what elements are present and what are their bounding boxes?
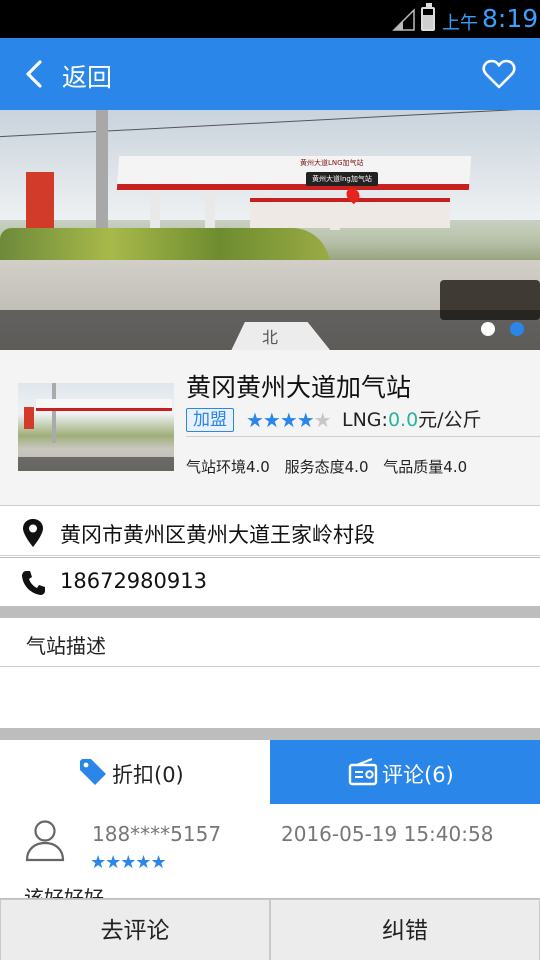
thumb-pole <box>52 383 56 443</box>
price-unit: 元/公斤 <box>418 409 482 431</box>
tag-icon <box>80 759 106 785</box>
review-user: 188****5157 <box>92 822 222 846</box>
back-button[interactable]: 返回 <box>62 58 112 94</box>
carousel-dot-2[interactable] <box>510 322 524 336</box>
tab-discount-label: 折扣(0) <box>112 763 184 787</box>
battery-icon <box>421 3 435 31</box>
photo-canopy <box>116 156 472 190</box>
photo-pillar <box>150 190 160 230</box>
tab-review-label: 评论(6) <box>382 763 454 787</box>
section-separator <box>0 606 540 618</box>
photo-pillar <box>205 190 215 230</box>
status-clock: 8:19 <box>482 4 539 33</box>
status-ampm: 上午 <box>442 13 478 34</box>
photo-sign <box>26 172 54 232</box>
report-error-button[interactable]: 纠错 <box>270 899 540 960</box>
review-content: 该好好好 <box>24 886 104 898</box>
review-item: 188****5157 2016-05-19 15:40:58 ★★★★★ 该好… <box>0 804 540 898</box>
photo-carousel[interactable]: 黄州大道LNG加气站 黄州大道lng加气站 北 <box>0 110 540 350</box>
thumb-sign <box>24 407 34 429</box>
star-empty-icon: ★ <box>313 408 332 432</box>
description-section: 气站描述 <box>0 618 540 728</box>
tab-review[interactable]: 评论(6) <box>270 740 540 804</box>
address-text: 黄冈市黄州区黄州大道王家岭村段 <box>60 523 375 547</box>
photo-canopy-text: 黄州大道LNG加气站 <box>300 159 364 167</box>
chevron-left-icon[interactable] <box>20 58 50 90</box>
status-bar: 上午 8:19 <box>0 0 540 38</box>
location-pin-icon <box>23 519 43 547</box>
review-time: 2016-05-19 15:40:58 <box>281 822 494 846</box>
bottom-bar: 去评论 纠错 <box>0 898 540 960</box>
price-value: 0.0 <box>387 409 419 431</box>
phone-text: 18672980913 <box>60 569 207 593</box>
app-header: 返回 <box>0 38 540 110</box>
section-separator <box>0 728 540 740</box>
phone-icon <box>22 571 45 595</box>
address-row[interactable]: 黄冈市黄州区黄州大道王家岭村段 <box>0 508 540 556</box>
divider <box>186 436 540 437</box>
phone-row[interactable]: 18672980913 <box>0 558 540 606</box>
score-environment: 气站环境4.0 <box>186 458 270 476</box>
divider <box>0 666 540 667</box>
station-scores: 气站环境4.0 服务态度4.0 气品质量4.0 <box>186 456 477 477</box>
user-avatar-icon <box>25 820 65 862</box>
thumb-canopy <box>36 399 172 411</box>
star-icon: ★★★★ <box>246 408 315 432</box>
description-title: 气站描述 <box>26 634 106 658</box>
price-info: LNG:0.0元/公斤 <box>342 408 482 432</box>
write-review-button[interactable]: 去评论 <box>0 899 270 960</box>
franchise-badge: 加盟 <box>186 408 234 432</box>
station-rating: ★★★★★ <box>246 408 332 432</box>
station-thumbnail[interactable] <box>18 383 174 471</box>
radio-comment-icon <box>348 757 378 786</box>
heart-outline-icon[interactable] <box>482 58 516 90</box>
station-name: 黄冈黄州大道加气站 <box>186 373 412 402</box>
thumb-shade <box>18 457 174 471</box>
tab-bar: 折扣(0) 评论(6) <box>0 740 540 804</box>
review-rating: ★★★★★ <box>90 852 167 873</box>
carousel-dot-1[interactable] <box>481 322 495 336</box>
tab-discount[interactable]: 折扣(0) <box>0 740 270 804</box>
station-info: 黄冈黄州大道加气站 加盟 ★★★★★ LNG:0.0元/公斤 气站环境4.0 服… <box>0 350 540 506</box>
photo-store <box>250 198 450 228</box>
signal-icon <box>392 8 415 31</box>
score-service: 服务态度4.0 <box>284 458 369 476</box>
score-quality: 气品质量4.0 <box>383 458 468 476</box>
price-label: LNG: <box>342 409 388 431</box>
map-label: 黄州大道lng加气站 <box>306 172 378 186</box>
compass-label: 北 <box>262 328 279 347</box>
